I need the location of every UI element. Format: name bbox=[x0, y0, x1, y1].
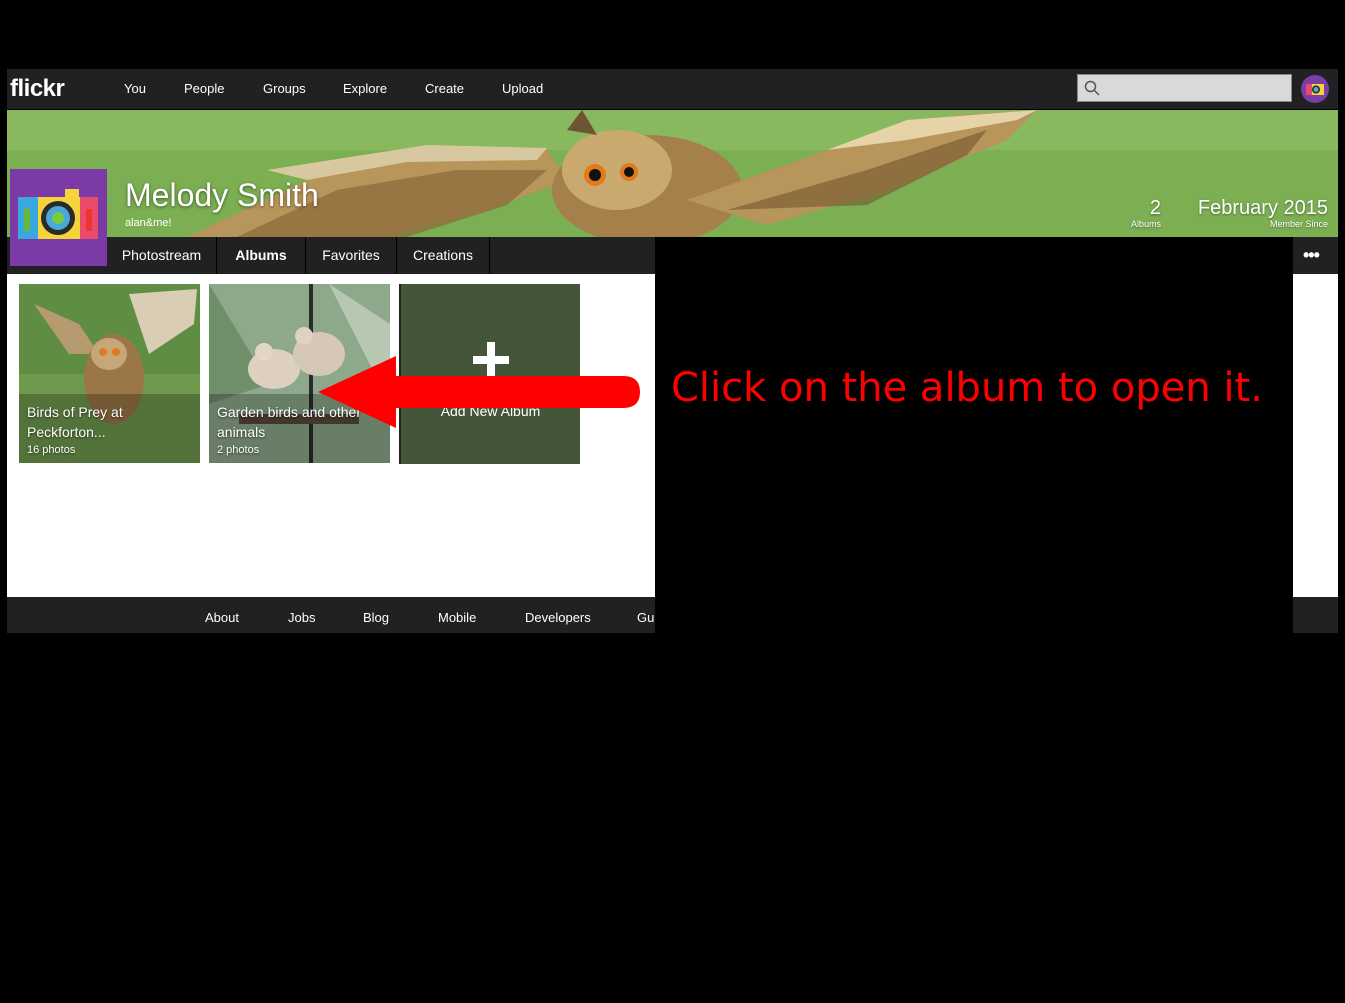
footer-blog[interactable]: Blog bbox=[363, 610, 389, 625]
album-birds-of-prey[interactable]: Birds of Prey at Peckforton... 16 photos bbox=[19, 284, 200, 463]
tab-favorites[interactable]: Favorites bbox=[306, 237, 397, 274]
footer-about[interactable]: About bbox=[205, 610, 239, 625]
tab-creations[interactable]: Creations bbox=[397, 237, 490, 274]
stat-albums: 2 Albums bbox=[1117, 197, 1161, 229]
nav-upload[interactable]: Upload bbox=[502, 81, 543, 96]
nav-create[interactable]: Create bbox=[425, 81, 464, 96]
search-input[interactable] bbox=[1104, 78, 1288, 100]
footer-mobile[interactable]: Mobile bbox=[438, 610, 476, 625]
album-photo-count: 16 photos bbox=[27, 444, 76, 456]
more-options-icon[interactable]: ••• bbox=[1303, 245, 1320, 266]
user-avatar-icon[interactable] bbox=[1301, 75, 1329, 103]
bottom-black-band bbox=[7, 633, 1341, 1003]
stat-member-since: February 2015 Member Since bbox=[1187, 197, 1328, 229]
album-photo-count: 2 photos bbox=[217, 444, 260, 456]
stat-albums-label: Albums bbox=[1130, 219, 1161, 229]
annotation-overlay: Click on the album to open it. bbox=[655, 237, 1293, 633]
nav-people[interactable]: People bbox=[184, 81, 224, 96]
footer-developers[interactable]: Developers bbox=[525, 610, 591, 625]
profile-name: Melody Smith bbox=[125, 177, 319, 213]
profile-avatar[interactable] bbox=[10, 169, 107, 266]
footer-jobs[interactable]: Jobs bbox=[288, 610, 315, 625]
album-title-line1: Birds of Prey at bbox=[27, 404, 123, 420]
nav-you[interactable]: You bbox=[124, 81, 146, 96]
nav-groups[interactable]: Groups bbox=[263, 81, 306, 96]
flickr-logo[interactable]: flickr bbox=[10, 75, 65, 103]
search-icon bbox=[1084, 80, 1100, 96]
profile-handle: alan&me! bbox=[125, 217, 172, 229]
annotation-text: Click on the album to open it. bbox=[671, 365, 1263, 411]
tab-photostream[interactable]: Photostream bbox=[107, 237, 217, 274]
nav-explore[interactable]: Explore bbox=[343, 81, 387, 96]
top-navbar: flickr You People Groups Explore Create … bbox=[7, 69, 1338, 110]
red-arrow-icon bbox=[318, 356, 640, 428]
camera-avatar-icon bbox=[18, 189, 98, 239]
search-box[interactable] bbox=[1077, 74, 1292, 102]
tab-albums[interactable]: Albums bbox=[217, 237, 306, 274]
stat-albums-value: 2 bbox=[1149, 197, 1161, 219]
stat-member-since-label: Member Since bbox=[1269, 219, 1328, 229]
album-title-line2: animals bbox=[217, 424, 266, 440]
top-black-band bbox=[7, 9, 1341, 69]
album-title-line2: Peckforton... bbox=[27, 424, 106, 440]
stat-member-since-value: February 2015 bbox=[1197, 197, 1328, 219]
